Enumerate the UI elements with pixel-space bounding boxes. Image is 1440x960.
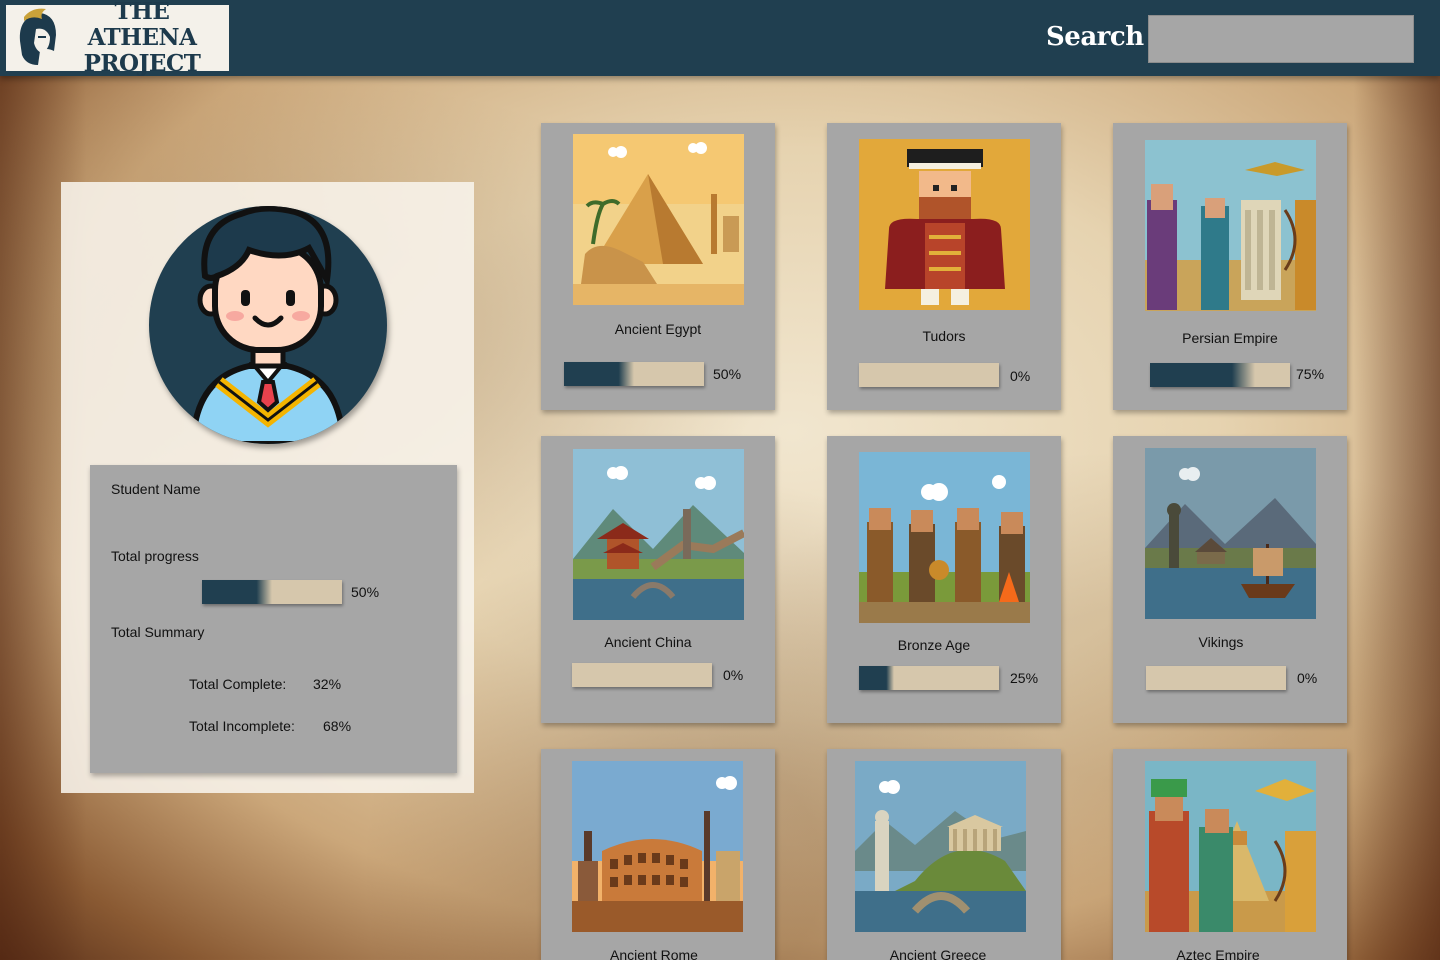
athena-logo[interactable]: THE ATHENA PROJECT (6, 0, 229, 77)
top-bar: THE ATHENA PROJECT Search (0, 0, 1440, 77)
total-progress-bar (202, 580, 342, 604)
ancient-greece-image (855, 761, 1026, 932)
topic-progress-fill (1150, 363, 1255, 387)
total-complete-label: Total Complete: (189, 676, 287, 692)
ancient-china-image (573, 449, 744, 620)
student-profile-panel: Student Name Total progress 50% Total Su… (61, 182, 474, 793)
topic-card-bronze-age[interactable]: Bronze Age 25% (827, 436, 1061, 723)
tudors-image (859, 139, 1030, 310)
topic-card-ancient-egypt[interactable]: Ancient Egypt 50% (541, 123, 775, 410)
topic-progress-percent: 0% (1297, 670, 1318, 686)
topic-progress-percent: 75% (1296, 366, 1325, 382)
topic-progress-bar (859, 666, 999, 690)
topic-progress-fill (564, 362, 634, 386)
topic-title: Persian Empire (1182, 330, 1278, 346)
topic-progress-percent: 0% (1010, 368, 1031, 384)
topic-title: Ancient China (604, 634, 692, 650)
logo-line-2: PROJECT (83, 50, 201, 77)
persian-empire-image (1145, 140, 1316, 311)
vikings-image (1145, 448, 1316, 619)
total-summary-label: Total Summary (111, 624, 205, 640)
topic-title: Ancient Greece (889, 947, 987, 960)
topic-progress-bar (1150, 363, 1290, 387)
topic-card-ancient-china[interactable]: Ancient China 0% (541, 436, 775, 723)
topic-title: Vikings (1198, 634, 1244, 650)
topic-progress-fill (859, 666, 894, 690)
topic-progress-bar (1146, 666, 1286, 690)
topic-progress-percent: 25% (1010, 670, 1039, 686)
topic-progress-bar (564, 362, 704, 386)
topic-title: Bronze Age (897, 637, 971, 653)
bronze-age-image (859, 452, 1030, 623)
topic-card-tudors[interactable]: Tudors 0% (827, 123, 1061, 410)
total-progress-fill (202, 580, 272, 604)
student-name-label: Student Name (111, 481, 201, 497)
logo-line-1: THE ATHENA (87, 0, 197, 51)
topic-progress-bar (572, 663, 712, 687)
topic-card-aztec-empire[interactable]: Aztec Empire (1113, 749, 1347, 960)
student-avatar[interactable] (149, 206, 387, 444)
topic-card-ancient-greece[interactable]: Ancient Greece (827, 749, 1061, 960)
ancient-rome-image (572, 761, 743, 932)
topic-card-ancient-rome[interactable]: Ancient Rome (541, 749, 775, 960)
topic-progress-bar (859, 363, 999, 387)
total-complete-value: 32% (313, 676, 342, 692)
topic-progress-percent: 0% (723, 667, 744, 683)
student-avatar-icon (189, 206, 347, 444)
total-progress-label: Total progress (111, 548, 199, 564)
topic-card-vikings[interactable]: Vikings 0% (1113, 436, 1347, 723)
athena-helmet-icon (19, 8, 56, 65)
aztec-empire-image (1145, 761, 1316, 932)
search-label: Search (1046, 22, 1144, 52)
total-incomplete-label: Total Incomplete: (189, 718, 295, 734)
topic-title: Ancient Egypt (614, 321, 702, 337)
topic-title: Tudors (922, 328, 966, 344)
search-input[interactable] (1148, 15, 1414, 63)
topic-title: Ancient Rome (610, 947, 698, 960)
topic-card-persian-empire[interactable]: Persian Empire 75% (1113, 123, 1347, 410)
topic-title: Aztec Empire (1176, 947, 1260, 960)
topic-progress-percent: 50% (713, 366, 742, 382)
progress-summary-card: Student Name Total progress 50% Total Su… (90, 465, 457, 773)
total-incomplete-value: 68% (323, 718, 352, 734)
total-progress-percent: 50% (351, 584, 380, 600)
ancient-egypt-image (573, 134, 744, 305)
